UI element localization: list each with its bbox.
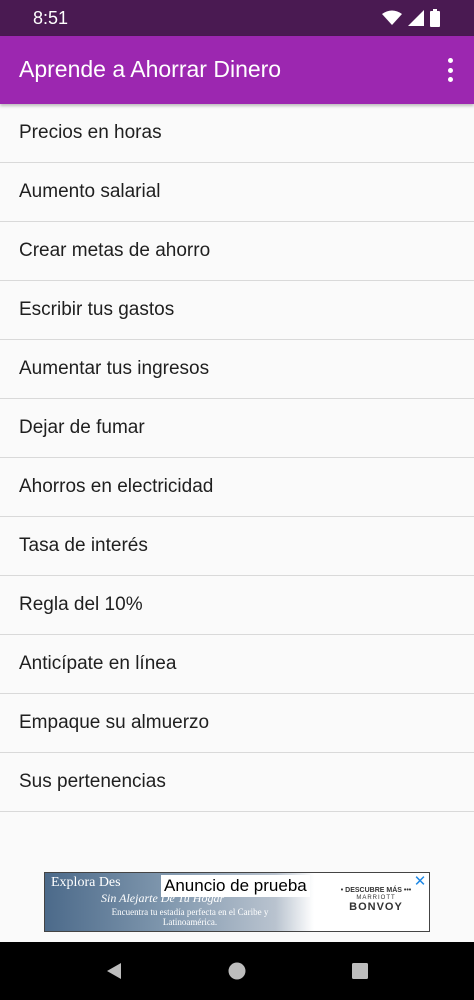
ad-headline: Explora Des <box>51 875 121 890</box>
list-item-regla-del-10[interactable]: Regla del 10% <box>0 576 474 635</box>
list-item-anticipate-en-linea[interactable]: Anticípate en línea <box>0 635 474 694</box>
more-dot <box>447 77 453 82</box>
wifi-icon <box>382 10 402 25</box>
list-item-precios-en-horas[interactable]: Precios en horas <box>0 104 474 163</box>
list-item-ahorros-electricidad[interactable]: Ahorros en electricidad <box>0 458 474 517</box>
status-icons <box>382 9 440 27</box>
list-item-tasa-de-interes[interactable]: Tasa de interés <box>0 517 474 576</box>
list-item-crear-metas[interactable]: Crear metas de ahorro <box>0 222 474 281</box>
list-item-aumento-salarial[interactable]: Aumento salarial <box>0 163 474 222</box>
list-item-label: Ahorros en electricidad <box>19 476 214 497</box>
ad-brand-line1: • DESCUBRE MÁS ••• <box>340 887 412 894</box>
app-title: Aprende a Ahorrar Dinero <box>19 56 282 82</box>
list-item-escribir-gastos[interactable]: Escribir tus gastos <box>0 281 474 340</box>
list-item-label: Dejar de fumar <box>19 417 145 438</box>
list-item-label: Crear metas de ahorro <box>19 240 211 261</box>
list-item-label: Aumentar tus ingresos <box>19 358 210 379</box>
list-item-label: Regla del 10% <box>19 594 143 615</box>
status-time: 8:51 <box>33 8 69 28</box>
signal-icon <box>408 10 424 26</box>
ad-banner[interactable]: Explora Des Sin Alejarte De Tu Hogar Enc… <box>44 872 430 932</box>
ad-brand: • DESCUBRE MÁS ••• MARRIOTT BONVOY <box>337 887 415 913</box>
list-item-empaque-almuerzo[interactable]: Empaque su almuerzo <box>0 694 474 753</box>
more-vert-icon[interactable] <box>440 56 460 84</box>
screen: 8:51 Aprende a Ahorrar Dinero Precios en… <box>0 0 474 1000</box>
app-bar: Aprende a Ahorrar Dinero <box>0 36 474 104</box>
nav-bar <box>0 942 474 1000</box>
recents-icon[interactable] <box>350 961 370 981</box>
close-icon[interactable]: ✕ <box>413 874 427 889</box>
list-item-sus-pertenencias[interactable]: Sus pertenencias <box>0 753 474 812</box>
list-item-label: Sus pertenencias <box>19 771 166 792</box>
more-dot <box>447 67 453 73</box>
topics-list: Precios en horas Aumento salarial Crear … <box>0 104 474 812</box>
ad-test-label: Anuncio de prueba <box>161 875 310 897</box>
home-icon[interactable] <box>227 961 247 981</box>
list-item-label: Empaque su almuerzo <box>19 712 210 733</box>
more-dot <box>447 58 453 63</box>
ad-body: Encuentra tu estadía perfecta en el Cari… <box>111 907 269 927</box>
ad-brand-line3: BONVOY <box>349 901 403 913</box>
list-item-aumentar-ingresos[interactable]: Aumentar tus ingresos <box>0 340 474 399</box>
status-bar: 8:51 <box>0 0 474 36</box>
list-item-label: Precios en horas <box>19 122 162 143</box>
list-item-label: Anticípate en línea <box>19 653 177 674</box>
list-item-label: Aumento salarial <box>19 181 161 202</box>
back-icon[interactable] <box>104 961 124 981</box>
list-item-label: Escribir tus gastos <box>19 299 175 320</box>
battery-icon <box>430 9 440 27</box>
list-item-dejar-de-fumar[interactable]: Dejar de fumar <box>0 399 474 458</box>
list-item-label: Tasa de interés <box>19 535 148 556</box>
